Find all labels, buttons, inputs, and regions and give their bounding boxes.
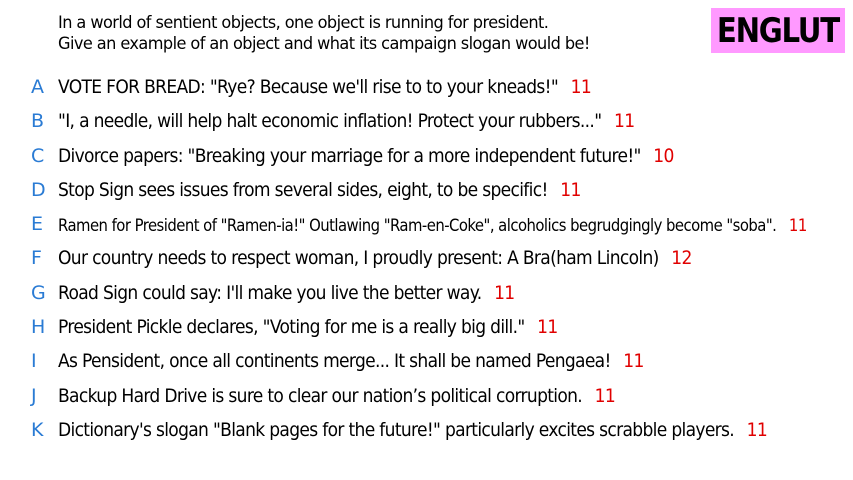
prompt-text: In a world of sentient objects, one obje… xyxy=(58,13,666,55)
answer-text: Backup Hard Drive is sure to clear our n… xyxy=(58,384,583,407)
answer-row-j: J Backup Hard Drive is sure to clear our… xyxy=(0,379,853,413)
answer-row-b: B "I, a needle, will help halt economic … xyxy=(0,104,853,138)
answer-score: 11 xyxy=(570,76,592,98)
answer-score: 11 xyxy=(594,384,616,407)
logo-text: ENGLUT xyxy=(717,10,840,51)
prompt-line-2: Give an example of an object and what it… xyxy=(58,34,590,54)
answer-score: 11 xyxy=(623,350,644,373)
answer-letter: J xyxy=(31,384,37,407)
answer-row-d: D Stop Sign sees issues from several sid… xyxy=(0,173,853,207)
answer-text: VOTE FOR BREAD: "Rye? Because we'll rise… xyxy=(58,76,559,98)
answer-letter: G xyxy=(31,281,46,304)
answer-row-i: I As Pensident, once all continents merg… xyxy=(0,344,853,378)
answer-score: 11 xyxy=(613,110,635,133)
answer-letter: B xyxy=(31,110,44,133)
answer-letter: K xyxy=(31,418,43,441)
answer-row-g: G Road Sign could say: I'll make you liv… xyxy=(0,276,853,310)
answer-row-h: H President Pickle declares, "Voting for… xyxy=(0,310,853,344)
answer-text: President Pickle declares, "Voting for m… xyxy=(58,316,525,339)
answer-letter: A xyxy=(31,76,44,98)
answer-letter: H xyxy=(31,316,45,339)
answer-text: "I, a needle, will help halt economic in… xyxy=(58,110,602,133)
answer-row-f: F Our country needs to respect woman, I … xyxy=(0,241,853,275)
answer-row-c: C Divorce papers: "Breaking your marriag… xyxy=(0,139,853,173)
answer-text: Divorce papers: "Breaking your marriage … xyxy=(58,144,641,167)
answer-list: A VOTE FOR BREAD: "Rye? Because we'll ri… xyxy=(0,70,853,447)
answer-score: 10 xyxy=(653,144,674,167)
answer-text: Dictionary's slogan "Blank pages for the… xyxy=(58,418,735,441)
prompt-line-1: In a world of sentient objects, one obje… xyxy=(58,13,549,33)
answer-text: Our country needs to respect woman, I pr… xyxy=(58,247,659,270)
answer-score: 11 xyxy=(788,216,807,236)
answer-letter: I xyxy=(31,350,37,373)
answer-score: 12 xyxy=(671,247,692,270)
answer-score: 11 xyxy=(746,418,768,441)
answer-text: Stop Sign sees issues from several sides… xyxy=(58,178,548,201)
answer-text: Ramen for President of "Ramen-ia!" Outla… xyxy=(58,216,777,236)
englut-logo: ENGLUT xyxy=(711,8,845,53)
answer-text: Road Sign could say: I'll make you live … xyxy=(58,281,482,304)
answer-letter: D xyxy=(31,178,46,201)
answer-letter: C xyxy=(31,144,44,167)
answer-letter: F xyxy=(31,247,42,270)
answer-score: 11 xyxy=(560,178,581,201)
answer-row-a: A VOTE FOR BREAD: "Rye? Because we'll ri… xyxy=(0,70,853,104)
answer-row-k: K Dictionary's slogan "Blank pages for t… xyxy=(0,413,853,447)
answer-score: 11 xyxy=(494,281,515,304)
answer-score: 11 xyxy=(537,316,558,339)
answer-letter: E xyxy=(31,213,43,236)
answer-row-e: E Ramen for President of "Ramen-ia!" Out… xyxy=(0,207,853,241)
answer-text: As Pensident, once all continents merge.… xyxy=(58,350,611,373)
